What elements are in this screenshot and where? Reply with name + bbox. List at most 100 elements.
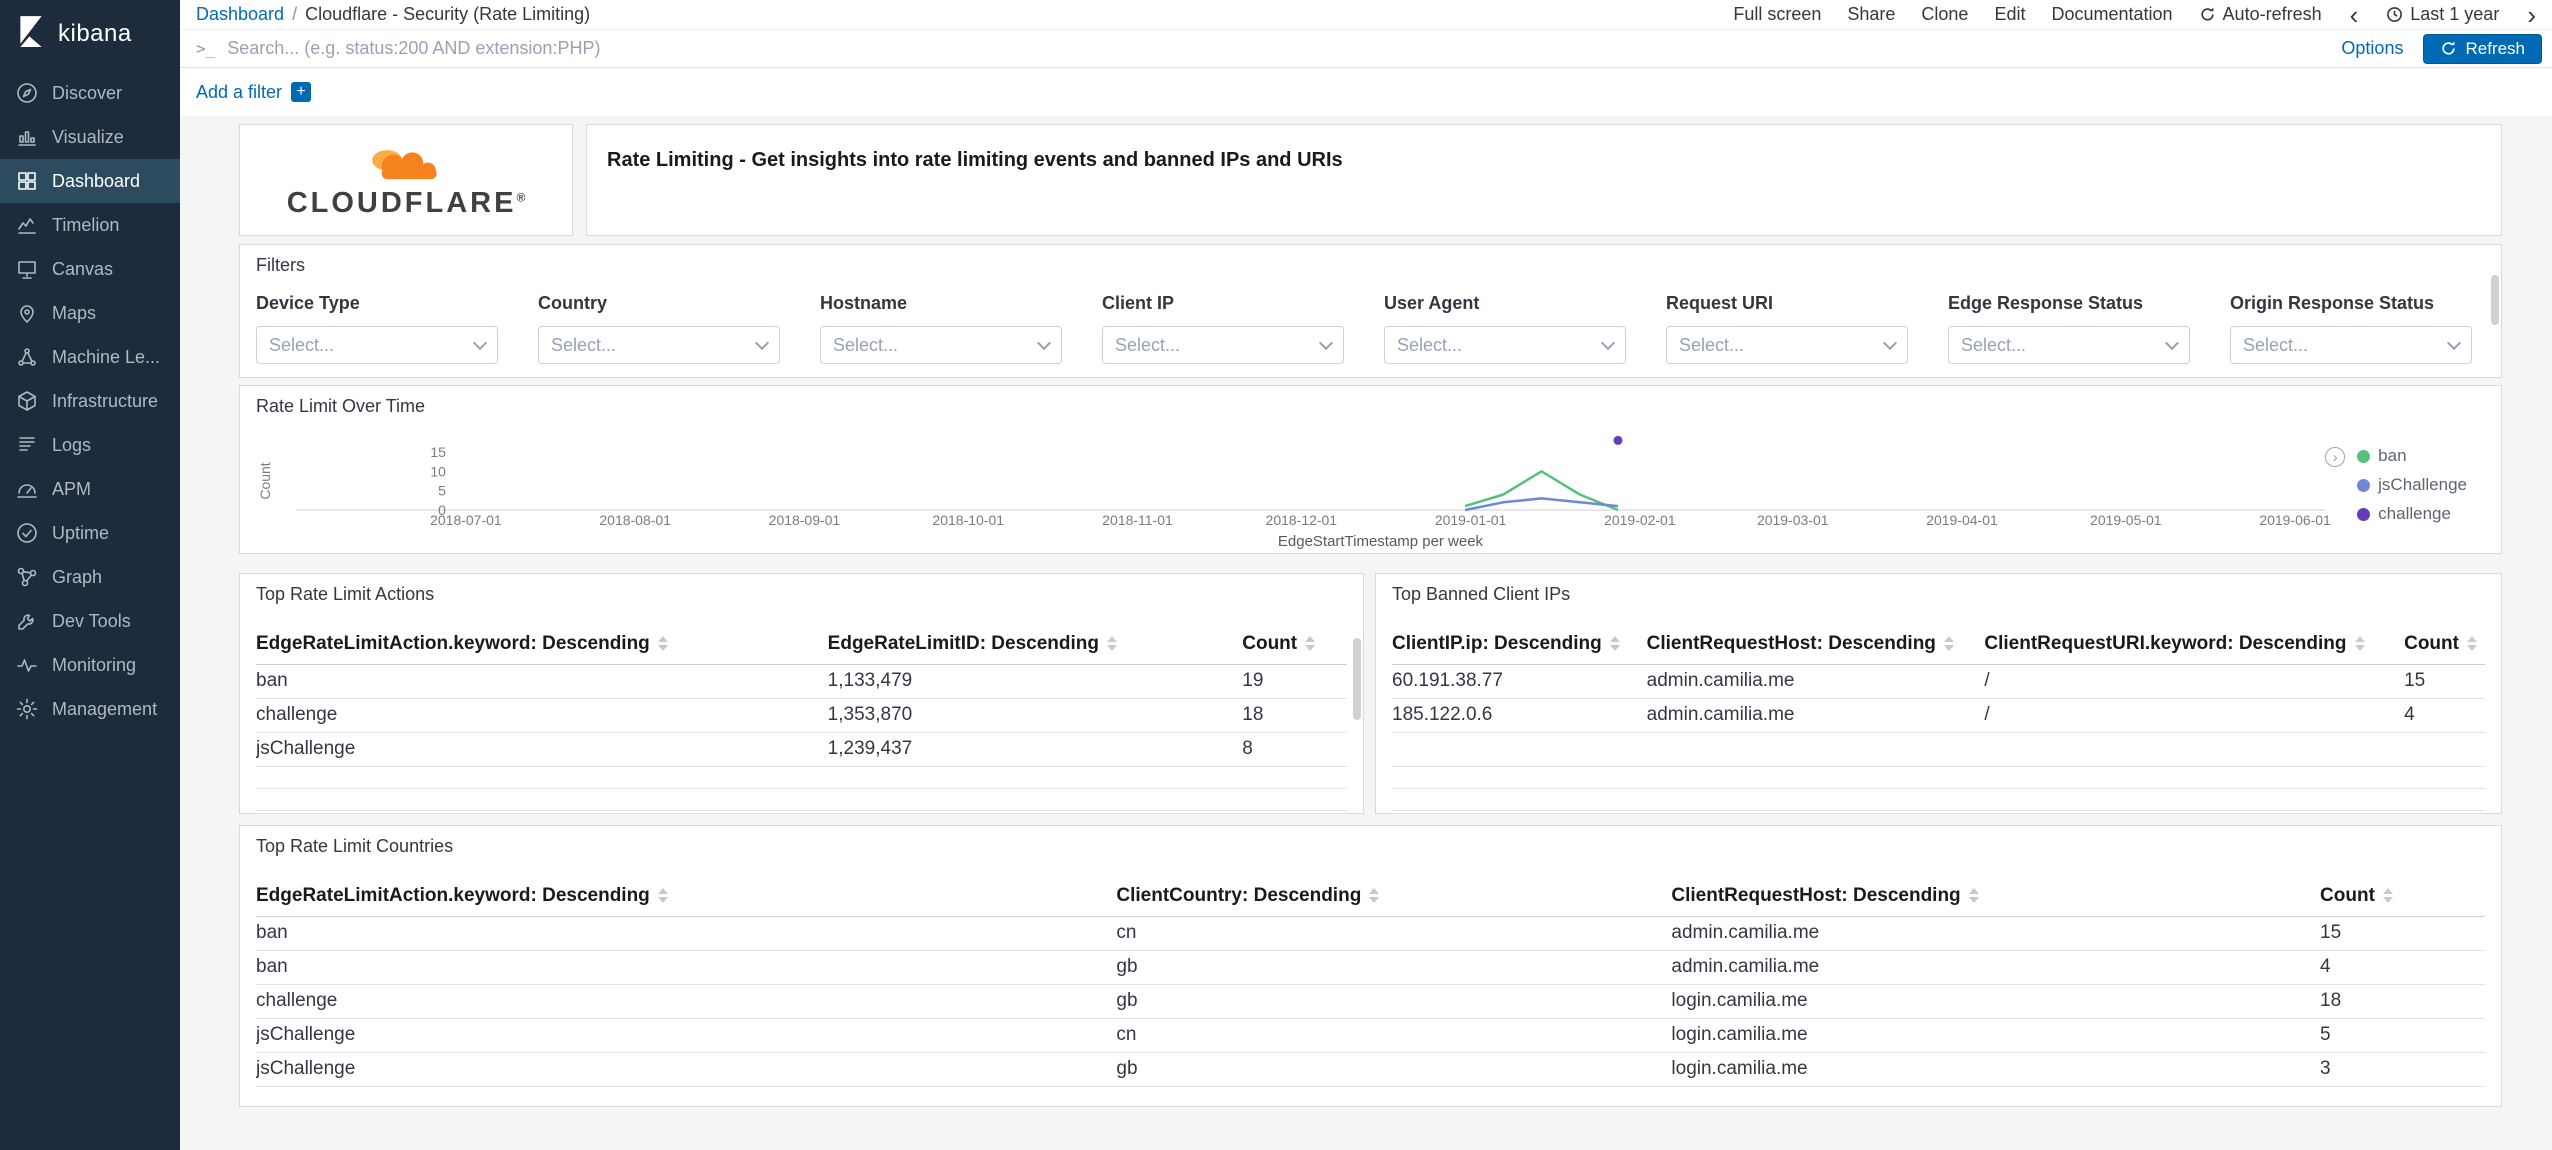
time-prev-button[interactable]: ‹ <box>2348 2 2361 28</box>
scrollbar[interactable] <box>1353 638 1361 720</box>
panel-dashboard-description: Rate Limiting - Get insights into rate l… <box>586 124 2502 236</box>
column-header-edgeratelimitid-descending[interactable]: EdgeRateLimitID: Descending <box>827 624 1243 665</box>
filter-select-client-ip[interactable]: Select... <box>1102 326 1344 364</box>
sidebar-item-label: APM <box>52 478 92 499</box>
table-cell: 8 <box>1242 732 1347 767</box>
filter-label: Edge Response Status <box>1948 293 2144 313</box>
filter-select-device-type[interactable]: Select... <box>256 326 498 364</box>
chevron-down-icon <box>754 335 770 350</box>
filter-select-user-agent[interactable]: Select... <box>1384 326 1626 364</box>
sort-icon <box>1107 636 1117 652</box>
table-cell: 1,239,437 <box>827 732 1243 767</box>
top-menu-documentation[interactable]: Documentation <box>2051 4 2172 25</box>
table-cell: cn <box>1116 1018 1672 1053</box>
search-input[interactable] <box>227 38 2322 59</box>
sidebar-item-timelion[interactable]: Timelion <box>0 203 180 247</box>
query-options-button[interactable]: Options <box>2341 38 2403 59</box>
time-next-button[interactable]: › <box>2525 2 2538 28</box>
apm-icon <box>14 476 40 502</box>
table-row: ban cn admin.camilia.me 15 <box>256 916 2485 951</box>
top-menu-full-screen[interactable]: Full screen <box>1733 4 1821 25</box>
column-header-count[interactable]: Count <box>2320 876 2485 917</box>
sidebar-item-dashboard[interactable]: Dashboard <box>0 159 180 203</box>
chevron-down-icon <box>1882 335 1898 350</box>
select-placeholder: Select... <box>833 334 899 355</box>
sidebar-item-canvas[interactable]: Canvas <box>0 247 180 291</box>
table-cell: gb <box>1116 984 1672 1019</box>
svg-text:2019-02-01: 2019-02-01 <box>1604 512 1676 528</box>
banned-ips-table: ClientIP.ip: Descending ClientRequestHost… <box>1392 624 2485 811</box>
sidebar-item-label: Logs <box>52 434 92 455</box>
sidebar-item-uptime[interactable]: Uptime <box>0 511 180 555</box>
table-cell: ban <box>256 916 1117 951</box>
cloudflare-wordmark: CLOUDFLARE <box>286 186 517 219</box>
sidebar-item-discover[interactable]: Discover <box>0 71 180 115</box>
filter-bar: Add a filter + <box>180 68 2552 116</box>
sidebar-item-maps[interactable]: Maps <box>0 291 180 335</box>
top-menu-edit[interactable]: Edit <box>1994 4 2025 25</box>
column-header-clientip-ip-descending[interactable]: ClientIP.ip: Descending <box>1392 624 1647 665</box>
svg-text:2019-05-01: 2019-05-01 <box>2090 512 2162 528</box>
legend-item-ban[interactable]: ban <box>2357 446 2467 466</box>
table-row: challenge 1,353,870 18 <box>256 698 1347 733</box>
top-menu-share[interactable]: Share <box>1847 4 1895 25</box>
chevron-down-icon <box>1036 335 1052 350</box>
scrollbar[interactable] <box>2491 275 2499 325</box>
sort-icon <box>2382 888 2393 904</box>
breadcrumb-dashboard-link[interactable]: Dashboard <box>196 4 284 25</box>
filter-label: User Agent <box>1384 293 1480 313</box>
filter-select-edge-response-status[interactable]: Select... <box>1948 326 2190 364</box>
panel-cloudflare-logo: CLOUDFLARE® <box>239 124 573 236</box>
time-range-button[interactable]: Last 1 year <box>2386 4 2499 25</box>
sort-icon <box>1369 888 1380 904</box>
sort-icon <box>2354 636 2365 652</box>
sort-icon <box>657 636 668 652</box>
chevron-down-icon <box>2446 335 2462 350</box>
legend-item-challenge[interactable]: challenge <box>2357 504 2467 524</box>
column-header-clientrequesthost-descending[interactable]: ClientRequestHost: Descending <box>1671 876 2321 917</box>
sidebar-item-monitoring[interactable]: Monitoring <box>0 643 180 687</box>
top-menu-links: Full screen Share Clone Edit Documentation <box>1733 4 2172 25</box>
column-header-count[interactable]: Count <box>2404 624 2485 665</box>
sidebar-item-logs[interactable]: Logs <box>0 423 180 467</box>
top-menu-clone[interactable]: Clone <box>1921 4 1968 25</box>
panel-top-rate-limit-countries: Top Rate Limit Countries EdgeRateLimitAc… <box>239 825 2502 1107</box>
table-cell: 4 <box>2320 950 2485 985</box>
table-cell: login.camilia.me <box>1671 984 2321 1019</box>
column-header-clientrequesthost-descending[interactable]: ClientRequestHost: Descending <box>1646 624 1985 665</box>
add-filter-button[interactable]: Add a filter + <box>196 82 312 103</box>
column-header-clientrequesturi-keyword-descending[interactable]: ClientRequestURI.keyword: Descending <box>1984 624 2405 665</box>
panel-title-rate-limit-over-time: Rate Limit Over Time <box>256 396 426 416</box>
kibana-logo-text: kibana <box>58 19 132 47</box>
column-header-count[interactable]: Count <box>1242 624 1347 665</box>
sidebar-item-visualize[interactable]: Visualize <box>0 115 180 159</box>
sidebar-item-graph[interactable]: Graph <box>0 555 180 599</box>
kibana-home-button[interactable]: kibana <box>0 0 180 71</box>
table-cell: challenge <box>256 698 828 733</box>
legend-item-jschallenge[interactable]: jsChallenge <box>2357 475 2467 495</box>
sidebar-item-apm[interactable]: APM <box>0 467 180 511</box>
auto-refresh-button[interactable]: Auto-refresh <box>2199 4 2322 25</box>
filter-label: Client IP <box>1102 293 1175 313</box>
column-header-edgeratelimitaction-keyword-descending[interactable]: EdgeRateLimitAction.keyword: Descending <box>256 876 1117 917</box>
filter-select-country[interactable]: Select... <box>538 326 780 364</box>
sidebar-item-machine-le[interactable]: Machine Le... <box>0 335 180 379</box>
legend-dot-icon <box>2357 507 2371 521</box>
sidebar-item-management[interactable]: Management <box>0 687 180 731</box>
filter-select-hostname[interactable]: Select... <box>820 326 1062 364</box>
column-header-clientcountry-descending[interactable]: ClientCountry: Descending <box>1116 876 1672 917</box>
svg-text:2018-12-01: 2018-12-01 <box>1266 512 1338 528</box>
dashboard-icon <box>14 168 40 194</box>
sidebar-item-label: Visualize <box>52 126 124 147</box>
cloudflare-logo: CLOUDFLARE® <box>286 143 525 219</box>
sidebar-item-label: Dashboard <box>52 170 141 191</box>
table-row: jsChallenge gb login.camilia.me 3 <box>256 1052 2485 1087</box>
sidebar-item-dev-tools[interactable]: Dev Tools <box>0 599 180 643</box>
sidebar-item-infrastructure[interactable]: Infrastructure <box>0 379 180 423</box>
select-placeholder: Select... <box>551 334 617 355</box>
filter-select-origin-response-status[interactable]: Select... <box>2230 326 2472 364</box>
filter-select-request-uri[interactable]: Select... <box>1666 326 1908 364</box>
refresh-button[interactable]: Refresh <box>2423 33 2542 64</box>
table-cell: login.camilia.me <box>1671 1018 2321 1053</box>
column-header-edgeratelimitaction-keyword-descending[interactable]: EdgeRateLimitAction.keyword: Descending <box>256 624 828 665</box>
